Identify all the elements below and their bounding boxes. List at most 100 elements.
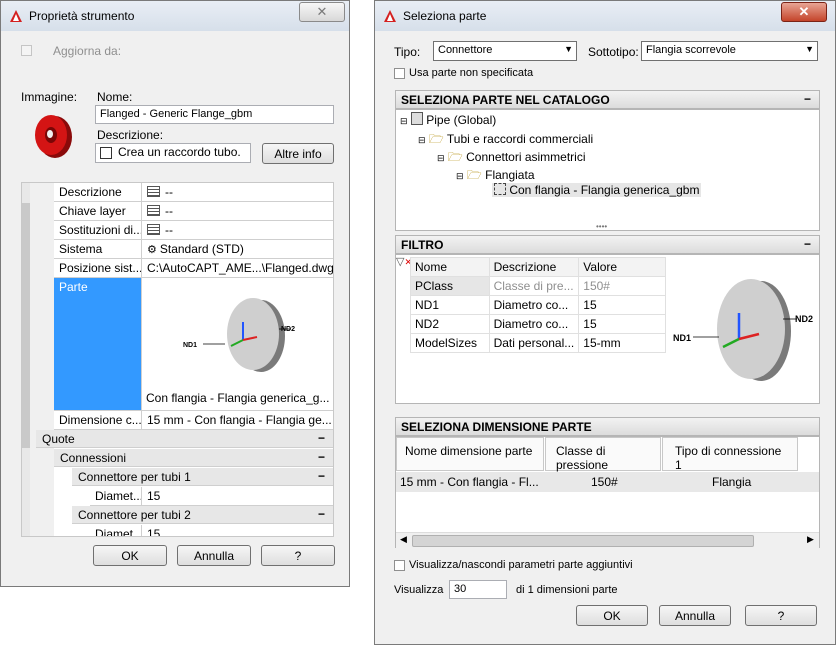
collapse-icon[interactable]: − <box>804 237 811 251</box>
category-quote[interactable]: Quote − <box>36 430 333 448</box>
toggle-params-checkbox[interactable] <box>394 560 405 571</box>
filter-value-cell[interactable]: 150# <box>578 276 666 296</box>
filter-name-cell: PClass <box>410 276 490 296</box>
property-row-sistema[interactable]: Sistema ⚙ Standard (STD) <box>54 240 333 259</box>
toggle-params-label: Visualizza/nascondi parametri parte aggi… <box>409 559 633 571</box>
filter-row[interactable]: ND2 Diametro co... 15 <box>410 314 666 334</box>
name-field[interactable]: Flanged - Generic Flange_gbm <box>95 105 334 124</box>
collapse-icon[interactable]: ⊟ <box>400 116 408 126</box>
update-from-checkbox[interactable] <box>21 45 32 56</box>
scroll-left-icon[interactable]: ◀ <box>400 534 407 545</box>
collapse-icon[interactable]: ⊟ <box>418 135 426 145</box>
column-header[interactable]: Nome dimensione parte <box>396 437 544 471</box>
table-row[interactable]: 15 mm - Con flangia - Fl... 150# Flangia <box>396 472 819 492</box>
property-row-posizione[interactable]: Posizione sist... C:\AutoCAPT_AME...\Fla… <box>54 259 333 278</box>
filter-value-cell[interactable]: 15 <box>578 295 666 315</box>
property-row-dimensione[interactable]: Dimensione c... 15 mm - Con flangia - Fl… <box>54 411 333 430</box>
property-value: 15 mm - Con flangia - Flangia ge... <box>147 413 332 427</box>
property-row-descrizione[interactable]: Descrizione -- <box>54 183 333 202</box>
property-scrollbar[interactable] <box>22 183 30 536</box>
more-info-button[interactable]: Altre info <box>262 143 334 164</box>
collapse-icon[interactable]: − <box>318 469 325 483</box>
collapse-icon[interactable]: ⊟ <box>456 171 464 181</box>
property-value: 15 <box>147 527 161 537</box>
size-panel: Nome dimensione parte Classe di pression… <box>395 436 820 548</box>
filter-desc-cell: Classe di pre... <box>488 276 580 296</box>
tree-item[interactable]: ⊟ Pipe (Global) <box>400 112 496 127</box>
update-from-label: Aggiorna da: <box>53 44 122 58</box>
property-name: Diamet... <box>90 525 142 536</box>
property-row-chiave-layer[interactable]: Chiave layer -- <box>54 202 333 221</box>
tool-properties-dialog: Proprietà strumento ✕ Aggiorna da: Immag… <box>0 0 350 587</box>
category-connessioni[interactable]: Connessioni − <box>54 449 333 467</box>
unspecified-part-label: Usa parte non specificata <box>409 67 534 79</box>
close-button[interactable]: ✕ <box>781 2 827 22</box>
collapse-icon[interactable]: ⊟ <box>437 153 445 163</box>
splitter-handle[interactable]: •••• <box>596 222 607 231</box>
column-header[interactable]: Tipo di connessione 1 <box>662 437 798 472</box>
property-row-parte[interactable]: Parte ND1 ND2 Con flangia - Flangia gene… <box>54 278 333 411</box>
horizontal-scrollbar[interactable]: ◀ ▶ <box>396 532 819 548</box>
collapse-icon[interactable]: − <box>318 431 325 445</box>
column-header[interactable]: Nome <box>410 257 490 277</box>
catalog-header[interactable]: SELEZIONA PARTE NEL CATALOGO − <box>395 90 820 109</box>
category-connettore-1[interactable]: Connettore per tubi 1− <box>72 468 333 486</box>
filter-name-cell: ND1 <box>410 295 490 315</box>
property-name: Parte <box>54 278 142 410</box>
show-count-input[interactable]: 30 <box>449 580 507 599</box>
collapse-icon[interactable]: − <box>318 507 325 521</box>
property-name: Sostituzioni di... <box>54 221 142 239</box>
filter-row[interactable]: PClass Classe di pre... 150# <box>410 276 666 296</box>
filter-value-cell[interactable]: 15 <box>578 314 666 334</box>
help-button[interactable]: ? <box>261 545 335 566</box>
ok-button[interactable]: OK <box>576 605 648 626</box>
filter-desc-cell: Diametro co... <box>488 295 580 315</box>
help-button[interactable]: ? <box>745 605 817 626</box>
size-connection-cell: Flangia <box>712 475 752 489</box>
column-header[interactable]: Valore <box>578 257 666 277</box>
subtype-dropdown[interactable]: Flangia scorrevole ▼ <box>641 41 818 61</box>
dialog-title: Seleziona parte <box>403 9 487 23</box>
ok-button[interactable]: OK <box>93 545 167 566</box>
collapse-icon[interactable]: − <box>804 92 811 106</box>
filter-name-cell: ND2 <box>410 314 490 334</box>
close-button[interactable]: ✕ <box>299 2 345 22</box>
column-header[interactable]: Descrizione <box>488 257 580 277</box>
subtype-label: Sottotipo: <box>588 45 639 59</box>
cancel-button[interactable]: Annulla <box>659 605 731 626</box>
scrollbar-thumb[interactable] <box>412 535 754 547</box>
filter-header[interactable]: FILTRO − <box>395 235 820 254</box>
unspecified-part-checkbox[interactable] <box>394 68 405 79</box>
nd1-label: ND1 <box>183 342 197 349</box>
size-header[interactable]: SELEZIONA DIMENSIONE PARTE <box>395 417 820 436</box>
column-header[interactable]: Classe di pressione <box>545 437 661 472</box>
category-connettore-2[interactable]: Connettore per tubi 2− <box>72 506 333 524</box>
table-icon <box>147 205 160 216</box>
filter-value-cell[interactable]: 15-mm <box>578 333 666 353</box>
property-row-diametro-2[interactable]: Diamet... 15 <box>90 525 333 537</box>
tree-item-selected[interactable]: Con flangia - Flangia generica_gbm <box>492 183 702 197</box>
filter-table: Nome Descrizione Valore PClass Classe di… <box>410 257 666 353</box>
type-dropdown[interactable]: Connettore ▼ <box>433 41 577 61</box>
table-icon <box>147 186 160 197</box>
part-preview-icon: ND1 ND2 <box>183 298 295 372</box>
collapse-icon[interactable]: − <box>318 450 325 464</box>
type-label: Tipo: <box>394 45 421 59</box>
filter-row[interactable]: ModelSizes Dati personal... 15-mm <box>410 333 666 353</box>
property-name: Posizione sist... <box>54 259 142 277</box>
scrollbar-thumb[interactable] <box>22 203 30 448</box>
filter-row[interactable]: ND1 Diametro co... 15 <box>410 295 666 315</box>
table-icon <box>147 224 160 235</box>
size-pressure-cell: 150# <box>591 475 618 489</box>
scroll-right-icon[interactable]: ▶ <box>807 534 814 545</box>
property-row-diametro-1[interactable]: Diamet... 15 <box>90 487 333 506</box>
property-name: Descrizione <box>54 183 142 201</box>
show-label: Visualizza <box>394 584 444 596</box>
description-field[interactable]: Crea un raccordo tubo. <box>95 143 251 163</box>
property-row-sostituzioni[interactable]: Sostituzioni di... -- <box>54 221 333 240</box>
cancel-button[interactable]: Annulla <box>177 545 251 566</box>
database-icon <box>410 112 423 125</box>
property-name: Sistema <box>54 240 142 258</box>
autocad-logo-icon <box>384 10 396 22</box>
show-suffix-label: di 1 dimensioni parte <box>516 584 618 596</box>
